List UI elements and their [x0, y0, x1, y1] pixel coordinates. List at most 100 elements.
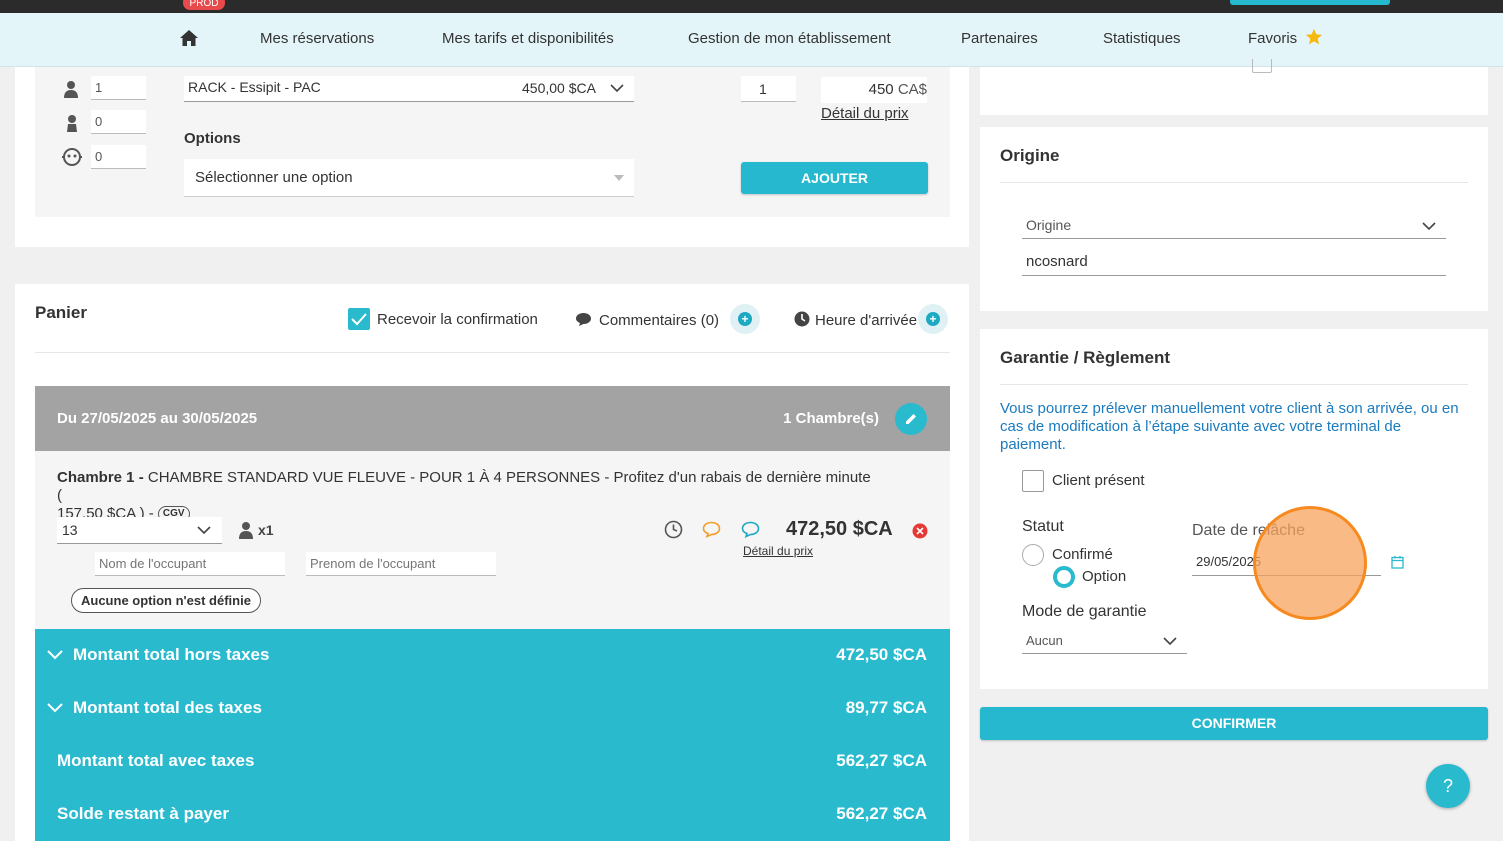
edit-stay-button[interactable]: [895, 403, 927, 435]
status-option-radio[interactable]: [1053, 566, 1075, 588]
total-taxes-row[interactable]: Montant total des taxes 89,77 $CA: [35, 682, 950, 735]
divider: [1000, 182, 1468, 183]
total-value: 562,27 $CA: [836, 751, 927, 770]
clock-icon[interactable]: [664, 520, 683, 539]
help-button[interactable]: ?: [1426, 764, 1470, 808]
comment-icon: [576, 313, 591, 326]
status-option-label: Option: [1082, 568, 1127, 585]
guarantee-mode-select[interactable]: Aucun: [1022, 628, 1187, 654]
stay-header: Du 27/05/2025 au 30/05/2025 1 Chambre(s): [35, 386, 950, 451]
babies-input[interactable]: [91, 145, 146, 169]
delete-icon[interactable]: [912, 523, 928, 539]
origin-user-field[interactable]: ncosnard: [1022, 249, 1446, 276]
adult-icon: [64, 81, 78, 98]
nav-favorites[interactable]: Favoris: [1248, 30, 1297, 47]
confirm-button[interactable]: CONFIRMER: [980, 707, 1488, 740]
star-icon: [1305, 28, 1323, 45]
price-currency: CA$: [897, 81, 927, 98]
guarantee-info-text: Vous pourrez prélever manuellement votre…: [1000, 400, 1459, 453]
origin-title: Origine: [1000, 146, 1060, 165]
arrival-time-label[interactable]: Heure d'arrivée: [815, 312, 917, 329]
guarantee-mode-value: Aucun: [1026, 633, 1063, 648]
add-comment-button[interactable]: +: [730, 304, 760, 334]
adults-input[interactable]: [91, 76, 146, 100]
total-value: 472,50 $CA: [836, 645, 927, 664]
guarantee-mode-label: Mode de garantie: [1022, 603, 1147, 620]
baby-icon: [62, 148, 82, 166]
nav-partners[interactable]: Partenaires: [961, 30, 1038, 47]
room-label: Chambre 1 -: [57, 469, 144, 486]
rate-price: 450,00 $CA: [522, 80, 596, 96]
room-number-select[interactable]: 13: [57, 517, 222, 544]
client-present-label: Client présent: [1052, 472, 1145, 489]
occupant-firstname-input[interactable]: [306, 552, 496, 576]
options-placeholder: Sélectionner une option: [195, 169, 353, 186]
occupant-lastname-input[interactable]: [95, 552, 285, 576]
home-icon[interactable]: [179, 29, 199, 47]
room-price: 472,50 $CA: [786, 518, 893, 540]
chevron-down-icon: [197, 526, 211, 535]
release-date-value: 29/05/2025: [1196, 554, 1262, 569]
partial-card: [980, 59, 1488, 115]
guarantee-title: Garantie / Règlement: [1000, 348, 1171, 367]
child-icon: [67, 115, 77, 132]
calendar-icon[interactable]: [1391, 555, 1404, 569]
room-price-detail-link[interactable]: Détail du prix: [743, 544, 813, 558]
total-incl-taxes-row: Montant total avec taxes 562,27 $CA: [35, 735, 950, 788]
room-count: 1 Chambre(s): [783, 410, 879, 427]
client-present-checkbox[interactable]: [1022, 470, 1044, 492]
stay-dates: Du 27/05/2025 au 30/05/2025: [57, 410, 258, 427]
nav-statistics[interactable]: Statistiques: [1103, 30, 1181, 47]
rate-select[interactable]: RACK - Essipit - PAC 450,00 $CA: [184, 76, 634, 102]
status-confirmed-radio[interactable]: [1022, 544, 1044, 566]
no-option-badge[interactable]: Aucune option n'est définie: [71, 588, 261, 613]
env-badge: PROD: [183, 0, 225, 10]
total-value: 562,27 $CA: [836, 804, 927, 823]
chevron-down-icon: [1422, 222, 1436, 231]
children-input[interactable]: [91, 110, 146, 134]
comment-blue-icon[interactable]: [741, 521, 760, 538]
main-nav: Mes réservations Mes tarifs et disponibi…: [0, 13, 1503, 67]
comment-orange-icon[interactable]: [702, 521, 721, 538]
options-select[interactable]: Sélectionner une option: [184, 159, 634, 197]
cart-title: Panier: [35, 303, 87, 322]
room-number: 13: [62, 522, 78, 538]
room-description-block: Chambre 1 - CHAMBRE STANDARD VUE FLEUVE …: [57, 469, 877, 523]
chevron-down-icon: [1163, 637, 1177, 646]
divider: [1000, 384, 1468, 385]
price-detail-link[interactable]: Détail du prix: [821, 105, 909, 122]
origin-select-value: Origine: [1026, 217, 1072, 233]
click-marker: [1253, 506, 1367, 620]
occupant-icon: [239, 522, 253, 539]
total-value: 89,77 $CA: [845, 698, 927, 717]
nav-establishment[interactable]: Gestion de mon établissement: [688, 30, 891, 47]
options-label: Options: [184, 130, 241, 147]
origin-user-value: ncosnard: [1026, 253, 1088, 270]
price-field[interactable]: 450 CA$: [821, 77, 927, 103]
rate-name: RACK - Essipit - PAC: [188, 79, 321, 95]
total-excl-taxes-row[interactable]: Montant total hors taxes 472,50 $CA: [35, 629, 950, 682]
checkbox[interactable]: [1252, 59, 1272, 73]
add-button[interactable]: AJOUTER: [741, 162, 928, 194]
add-arrival-time-button[interactable]: +: [918, 304, 948, 334]
pencil-icon: [906, 414, 916, 424]
divider: [35, 352, 950, 353]
comments-label[interactable]: Commentaires (0): [599, 312, 719, 329]
chevron-down-icon: [610, 84, 624, 93]
confirmation-checkbox[interactable]: [348, 308, 370, 330]
room-description: CHAMBRE STANDARD VUE FLEUVE - POUR 1 À 4…: [57, 469, 871, 504]
total-label: Montant total des taxes: [73, 698, 262, 717]
chevron-down-icon: [47, 703, 63, 713]
top-action-button[interactable]: [1230, 0, 1390, 5]
chevron-down-icon: [47, 650, 63, 660]
origin-select[interactable]: Origine: [1022, 212, 1446, 239]
total-label: Montant total avec taxes: [57, 751, 255, 770]
nav-reservations[interactable]: Mes réservations: [260, 30, 374, 47]
quantity-input[interactable]: [741, 76, 796, 102]
caret-down-icon: [614, 175, 624, 181]
balance-due-row: Solde restant à payer 562,27 $CA: [35, 788, 950, 841]
nav-rates[interactable]: Mes tarifs et disponibilités: [442, 30, 614, 47]
total-label: Solde restant à payer: [57, 804, 229, 823]
status-confirmed-label: Confirmé: [1052, 546, 1113, 563]
plus-icon: +: [926, 312, 940, 326]
